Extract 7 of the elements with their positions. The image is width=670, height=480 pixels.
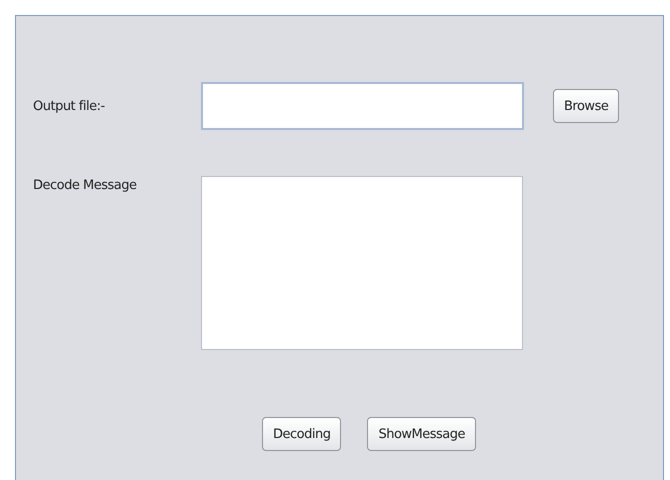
decode-message-label: Decode Message — [32, 178, 138, 193]
action-button[interactable]: Decoding — [262, 417, 342, 451]
output-file-field[interactable] — [201, 82, 524, 130]
browse-button[interactable]: Browse — [553, 89, 619, 123]
action-button[interactable]: ShowMessage — [367, 417, 476, 451]
decode-message-field[interactable] — [201, 176, 523, 350]
output-file-label: Output file:- — [32, 98, 106, 114]
